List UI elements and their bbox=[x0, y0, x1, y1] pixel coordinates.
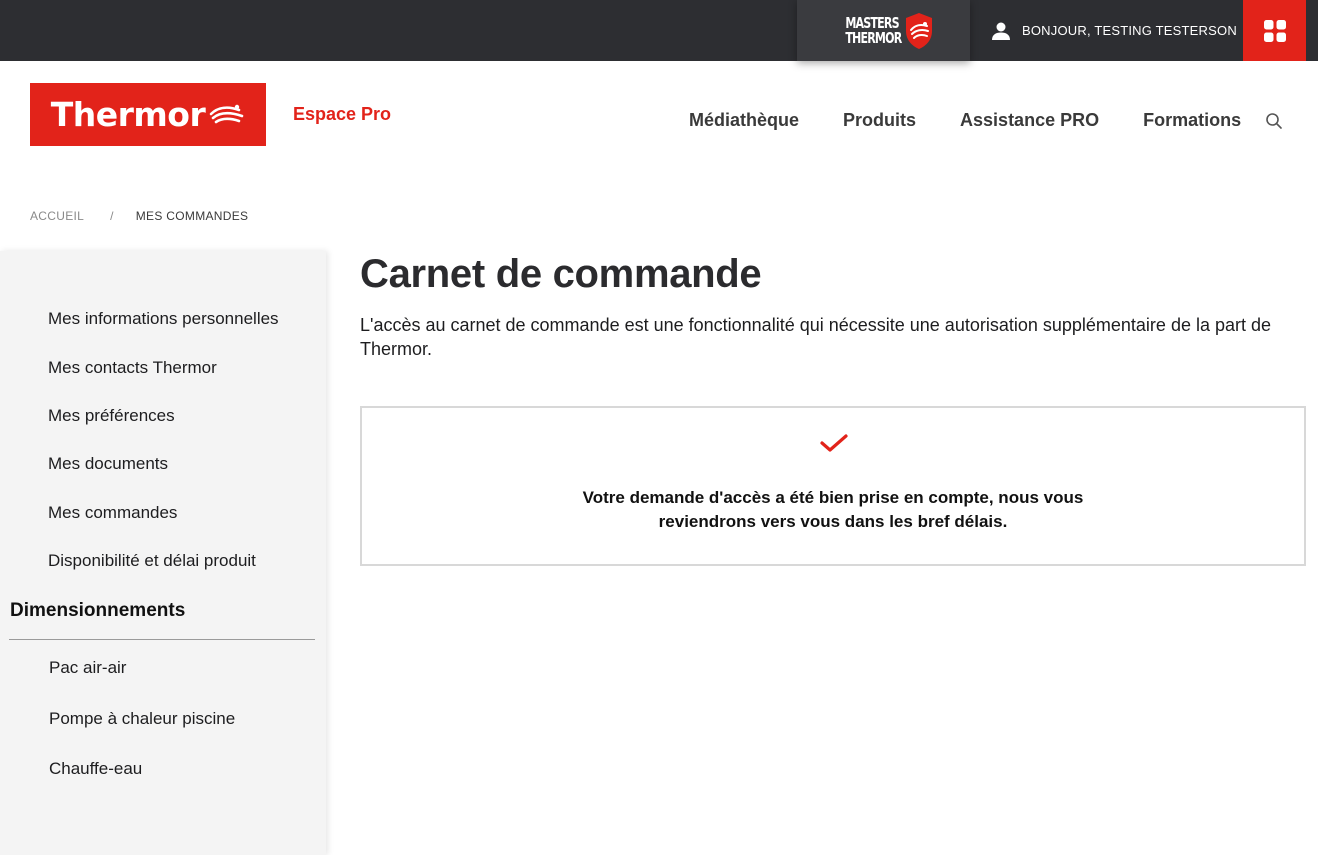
flame-icon bbox=[209, 104, 244, 123]
sidebar-item-pac-air-air[interactable]: Pac air-air bbox=[49, 658, 126, 678]
user-account-menu[interactable]: BONJOUR, TESTING TESTERSON bbox=[990, 0, 1237, 61]
sidebar-item-documents[interactable]: Mes documents bbox=[48, 454, 168, 474]
brand-name: Thermor bbox=[50, 95, 206, 134]
masters-thermor-logo: MASTERS THERMOR bbox=[833, 12, 933, 50]
sidebar-section-dimensionnements: Dimensionnements bbox=[10, 600, 186, 621]
top-bar: MASTERS THERMOR BONJOUR, TESTING TESTERS… bbox=[0, 0, 1318, 61]
sidebar-item-commandes[interactable]: Mes commandes bbox=[48, 503, 177, 523]
sidebar-item-pompe-piscine[interactable]: Pompe à chaleur piscine bbox=[49, 709, 235, 729]
espace-pro-label[interactable]: Espace Pro bbox=[293, 104, 391, 125]
nav-item-formations[interactable]: Formations bbox=[1143, 110, 1241, 131]
masters-thermor-link[interactable]: MASTERS THERMOR bbox=[797, 0, 970, 61]
breadcrumb: ACCUEIL / MES COMMANDES bbox=[30, 209, 248, 223]
thermor-logo[interactable]: Thermor bbox=[30, 83, 266, 146]
breadcrumb-home[interactable]: ACCUEIL bbox=[30, 209, 84, 223]
account-sidebar: Mes informations personnelles Mes contac… bbox=[0, 251, 326, 855]
apps-grid-icon bbox=[1263, 19, 1286, 42]
user-icon bbox=[992, 22, 1010, 40]
sidebar-divider bbox=[9, 639, 315, 640]
shield-icon bbox=[905, 12, 932, 49]
main-navigation: Médiathèque Produits Assistance PRO Form… bbox=[689, 110, 1285, 131]
confirmation-message: Votre demande d'accès a été bien prise e… bbox=[362, 486, 1304, 534]
intro-text: L'accès au carnet de commande est une fo… bbox=[360, 315, 1272, 359]
checkmark-icon bbox=[820, 434, 848, 452]
confirmation-line-2: reviendrons vers vous dans les bref déla… bbox=[658, 512, 1008, 531]
sidebar-item-informations[interactable]: Mes informations personnelles bbox=[48, 309, 279, 329]
nav-item-produits[interactable]: Produits bbox=[843, 110, 916, 131]
confirmation-line-1: Votre demande d'accès a été bien prise e… bbox=[582, 488, 1084, 507]
apps-menu-button[interactable] bbox=[1243, 0, 1306, 61]
search-icon[interactable] bbox=[1265, 112, 1283, 130]
sidebar-item-preferences[interactable]: Mes préférences bbox=[48, 406, 175, 426]
sidebar-item-chauffe-eau[interactable]: Chauffe-eau bbox=[49, 759, 142, 779]
user-greeting: BONJOUR, TESTING TESTERSON bbox=[1022, 23, 1237, 38]
breadcrumb-separator: / bbox=[110, 209, 114, 223]
masters-logo-line2: THERMOR bbox=[845, 28, 903, 47]
sidebar-item-disponibilite[interactable]: Disponibilité et délai produit bbox=[48, 551, 256, 571]
nav-item-assistance-pro[interactable]: Assistance PRO bbox=[960, 110, 1099, 131]
sidebar-item-contacts[interactable]: Mes contacts Thermor bbox=[48, 358, 217, 378]
page-title: Carnet de commande bbox=[360, 252, 762, 296]
breadcrumb-current: MES COMMANDES bbox=[135, 209, 249, 223]
nav-item-mediatheque[interactable]: Médiathèque bbox=[689, 110, 799, 131]
confirmation-notice: Votre demande d'accès a été bien prise e… bbox=[360, 406, 1306, 566]
